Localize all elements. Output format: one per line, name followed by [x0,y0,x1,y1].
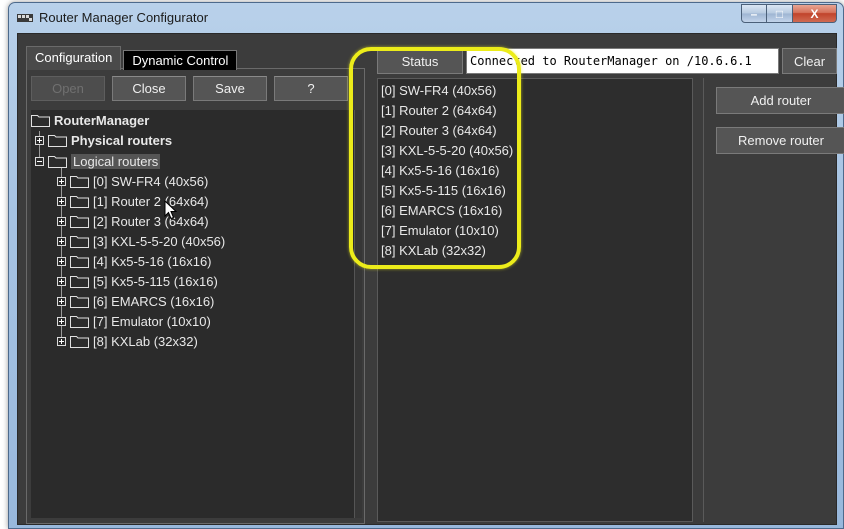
minimize-button[interactable]: – [741,4,767,23]
tree-node-router[interactable]: [4] Kx5-5-16 (16x16) [57,251,212,271]
mouse-cursor-icon [164,200,178,220]
expand-icon[interactable] [57,316,66,326]
folder-icon [48,155,67,168]
tree-node-label: [0] SW-FR4 (40x56) [93,173,209,189]
folder-icon [70,215,89,228]
config-toolbar: Open Close Save ? [31,76,348,101]
configuration-tab-content: Open Close Save ? RouterManager Physical… [26,68,365,524]
tree-node-logical-routers[interactable]: Logical routers [35,151,161,171]
expand-icon[interactable] [57,176,66,186]
app-icon [17,14,33,22]
tree-node-router[interactable]: [0] SW-FR4 (40x56) [57,171,208,191]
folder-icon [70,275,89,288]
clear-button[interactable]: Clear [782,48,837,74]
window-controls: – □ X [741,4,837,23]
tree-node-router[interactable]: [1] Router 2 (64x64) [57,191,209,211]
folder-icon [48,134,67,147]
tree-node-label: Logical routers [71,153,161,169]
folder-icon [70,295,89,308]
folder-icon [70,235,89,248]
expand-icon[interactable] [57,256,66,266]
folder-icon [70,175,89,188]
expand-icon[interactable] [57,216,66,226]
tree-node-router[interactable]: [5] Kx5-5-115 (16x16) [57,271,218,291]
folder-icon [31,114,50,127]
tree-node-label: RouterManager [54,112,150,128]
tree-node-router[interactable]: [7] Emulator (10x10) [57,311,211,331]
close-icon: X [810,6,819,21]
tab-configuration[interactable]: Configuration [26,46,122,70]
tree-node-root[interactable]: RouterManager [31,110,149,130]
tree-node-label: [4] Kx5-5-16 (16x16) [93,253,212,269]
expand-icon[interactable] [57,336,66,346]
tree-node-label: [8] KXLab (32x32) [93,333,198,349]
save-button[interactable]: Save [193,76,267,101]
tab-dynamic-control[interactable]: Dynamic Control [123,50,238,70]
tree-node-label: [6] EMARCS (16x16) [93,293,215,309]
add-router-button[interactable]: Add router [716,87,844,114]
tree-node-router[interactable]: [3] KXL-5-5-20 (40x56) [57,231,225,251]
help-button[interactable]: ? [274,76,348,101]
close-window-button[interactable]: X [793,4,837,23]
expand-icon[interactable] [57,296,66,306]
window-title: Router Manager Configurator [39,10,209,25]
panel-divider [703,78,704,522]
tree-node-physical-routers[interactable]: Physical routers [35,130,172,150]
tree-node-router[interactable]: [6] EMARCS (16x16) [57,291,214,311]
expand-icon[interactable] [35,135,44,145]
folder-icon [70,315,89,328]
tree-node-label: Physical routers [71,132,173,148]
folder-icon [70,255,89,268]
tree-node-label: [5] Kx5-5-115 (16x16) [93,273,218,289]
close-button[interactable]: Close [112,76,186,101]
tree-node-router[interactable]: [8] KXLab (32x32) [57,331,198,351]
minimize-icon: – [750,6,758,21]
maximize-button[interactable]: □ [767,4,793,23]
annotation-highlight-ring [349,47,521,269]
remove-router-button[interactable]: Remove router [716,127,844,154]
tree-node-label: [7] Emulator (10x10) [93,313,211,329]
expand-icon[interactable] [57,236,66,246]
configuration-panel: Open Close Save ? RouterManager Physical… [26,46,365,524]
expand-icon[interactable] [57,276,66,286]
open-button[interactable]: Open [31,76,105,101]
router-tree[interactable]: RouterManager Physical routers Logical r… [31,110,358,518]
tree-node-label: [2] Router 3 (64x64) [93,213,209,229]
collapse-icon[interactable] [35,156,44,166]
expand-icon[interactable] [57,196,66,206]
maximize-icon: □ [775,6,784,21]
title-bar[interactable]: Router Manager Configurator – □ X [9,3,843,33]
tab-bar: Configuration Dynamic Control [26,46,239,70]
tree-node-label: [1] Router 2 (64x64) [93,193,209,209]
tree-node-router[interactable]: [2] Router 3 (64x64) [57,211,209,231]
folder-icon [70,335,89,348]
folder-icon [70,195,89,208]
tree-node-label: [3] KXL-5-5-20 (40x56) [93,233,226,249]
